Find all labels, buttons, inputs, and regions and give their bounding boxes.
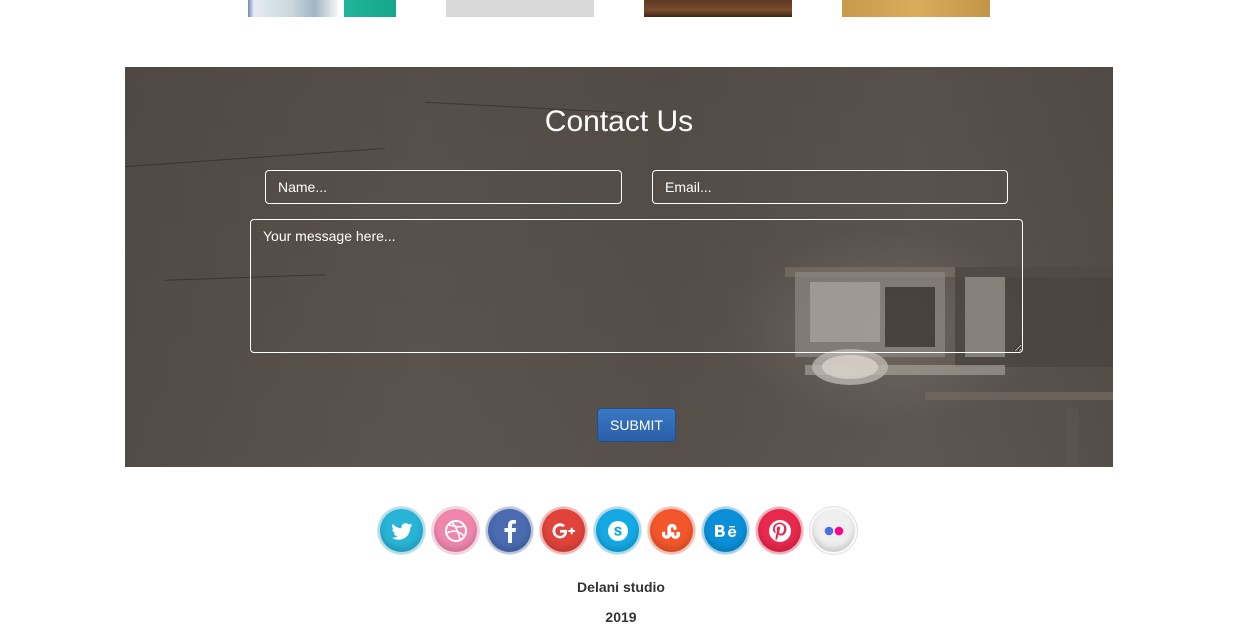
name-input[interactable] <box>265 170 622 204</box>
social-links <box>378 507 862 556</box>
flickr-icon[interactable] <box>810 507 857 554</box>
twitter-icon[interactable] <box>378 507 425 554</box>
facebook-icon[interactable] <box>486 507 533 554</box>
footer-studio-name: Delani studio <box>577 579 665 595</box>
submit-button[interactable]: SUBMIT <box>597 408 676 442</box>
dribbble-icon[interactable] <box>432 507 479 554</box>
background-texture <box>125 147 385 168</box>
behance-icon[interactable] <box>702 507 749 554</box>
message-textarea[interactable] <box>250 219 1023 353</box>
portfolio-thumbnail[interactable] <box>248 0 396 17</box>
portfolio-thumbnail[interactable] <box>842 0 990 17</box>
contact-title: Contact Us <box>544 105 694 138</box>
footer-year: 2019 <box>605 609 637 625</box>
portfolio-thumbnail[interactable] <box>446 0 594 17</box>
skype-icon[interactable] <box>594 507 641 554</box>
stumbleupon-icon[interactable] <box>648 507 695 554</box>
contact-section: Contact Us SUBMIT <box>125 67 1113 467</box>
portfolio-thumbnail[interactable] <box>644 0 792 17</box>
pinterest-icon[interactable] <box>756 507 803 554</box>
email-input[interactable] <box>652 170 1008 204</box>
google-plus-icon[interactable] <box>540 507 587 554</box>
